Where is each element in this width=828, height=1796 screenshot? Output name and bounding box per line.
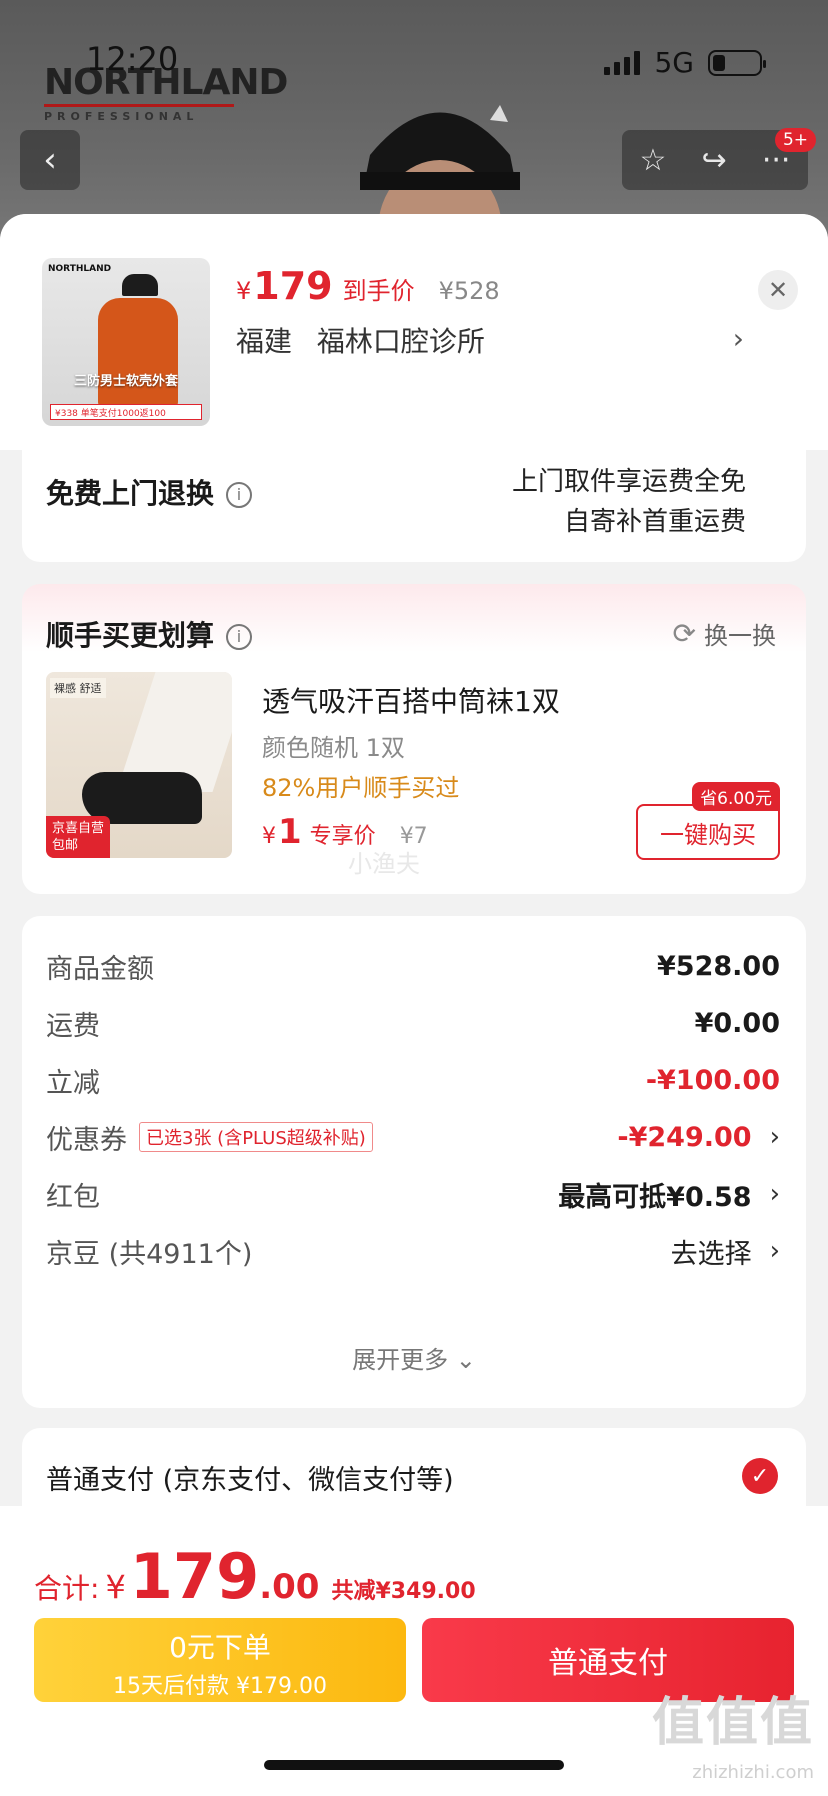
pay-later-button[interactable]: 0元下单 15天后付款 ¥179.00 xyxy=(34,1618,406,1702)
back-button[interactable]: ‹ xyxy=(20,130,80,190)
address-line[interactable]: 福建 福林口腔诊所 xyxy=(236,320,501,360)
site-watermark: 值值值 xyxy=(651,1693,814,1753)
network-type: 5G xyxy=(654,46,694,79)
summary-row-redpacket[interactable]: 红包 最高可抵¥0.58 › xyxy=(46,1174,780,1214)
addon-title-text: 顺手买更划算 xyxy=(46,619,215,652)
pay-later-sub: 15天后付款 ¥179.00 xyxy=(113,1674,327,1699)
row-label: 商品金额 xyxy=(46,953,154,985)
site-watermark-url: zhizhizhi.com xyxy=(692,1762,814,1783)
total-amount: 合计: ¥ 179 .00 共减¥349.00 xyxy=(34,1540,476,1613)
thumb-tag: 裸感 舒适 xyxy=(50,678,106,698)
checkout-sheet: NORTHLAND 三防男士软壳外套 ¥338 单笔支付1000返100 ¥ 1… xyxy=(0,214,828,1796)
watermark-text: 小渔夫 xyxy=(348,850,420,878)
status-time: 12:20 xyxy=(86,40,179,78)
price-currency: ¥ xyxy=(236,277,252,305)
return-details: 上门取件享运费全免 自寄补首重运费 xyxy=(512,462,746,542)
address-province: 福建 xyxy=(236,325,293,358)
favorite-icon[interactable]: ☆ xyxy=(640,143,667,178)
addon-bought-stat: 82%用户顺手买过 xyxy=(262,774,460,802)
row-label: 立减 xyxy=(46,1067,100,1099)
return-service-card: 免费上门退换 i 上门取件享运费全免 自寄补首重运费 xyxy=(22,450,806,562)
thumb-badge: 京喜自营 包邮 xyxy=(46,816,111,858)
thumb-jacket xyxy=(98,298,178,408)
summary-row-coupon[interactable]: 优惠券 已选3张 (含PLUS超级补贴) -¥249.00 › xyxy=(46,1117,780,1157)
share-icon[interactable]: ↪ xyxy=(702,143,727,178)
pay-later-main: 0元下单 xyxy=(169,1631,271,1664)
row-label: 优惠券 xyxy=(46,1124,127,1156)
home-indicator[interactable] xyxy=(264,1760,564,1770)
summary-row-discount: 立减 -¥100.00 xyxy=(46,1060,780,1100)
summary-row-jingdou[interactable]: 京豆 (共4911个) 去选择 › xyxy=(46,1231,780,1271)
product-thumbnail[interactable]: NORTHLAND 三防男士软壳外套 ¥338 单笔支付1000返100 xyxy=(42,258,210,426)
row-value-group: 最高可抵¥0.58 › xyxy=(558,1175,780,1214)
chevron-right-icon: › xyxy=(769,1236,780,1266)
close-icon: ✕ xyxy=(767,276,789,304)
chevron-right-icon[interactable]: › xyxy=(733,322,744,355)
thumb-badge-line-2: 包邮 xyxy=(52,838,79,853)
return-line-2: 自寄补首重运费 xyxy=(563,507,746,537)
summary-row-shipping: 运费 ¥0.00 xyxy=(46,1003,780,1043)
coupon-label-group: 优惠券 已选3张 (含PLUS超级补贴) xyxy=(46,1118,373,1157)
total-saved: 共减¥349.00 xyxy=(331,1579,476,1604)
check-icon[interactable]: ✓ xyxy=(742,1458,778,1494)
row-value-group: -¥249.00 › xyxy=(617,1122,780,1153)
summary-row-goods: 商品金额 ¥528.00 xyxy=(46,946,780,986)
swap-button[interactable]: ⟳ 换一换 xyxy=(673,616,776,651)
row-value: 去选择 xyxy=(670,1238,752,1270)
sheet-header: NORTHLAND 三防男士软壳外套 ¥338 单笔支付1000返100 ¥ 1… xyxy=(0,214,828,450)
status-icons: 5G xyxy=(604,46,766,79)
expand-more-button[interactable]: 展开更多 ⌄ xyxy=(22,1340,806,1375)
row-label: 京豆 (共4911个) xyxy=(46,1238,253,1270)
row-label: 运费 xyxy=(46,1010,100,1042)
return-line-1: 上门取件享运费全免 xyxy=(511,467,746,497)
row-label: 红包 xyxy=(46,1181,100,1213)
save-badge: 省6.00元 xyxy=(692,782,780,811)
row-value: ¥528.00 xyxy=(657,950,780,982)
return-title-text: 免费上门退换 xyxy=(46,477,215,510)
chevron-right-icon: › xyxy=(769,1122,780,1152)
one-click-buy-button[interactable]: 一键购买 xyxy=(636,804,780,860)
thumb-badge-line-1: 京喜自营 xyxy=(52,821,105,836)
row-value: -¥249.00 xyxy=(617,1121,752,1153)
total-label: 合计: xyxy=(34,1572,100,1605)
original-price: ¥528 xyxy=(438,277,500,305)
coupon-tag: 已选3张 (含PLUS超级补贴) xyxy=(139,1122,373,1152)
price-value: 179 xyxy=(253,264,333,308)
chevron-right-icon: › xyxy=(769,1179,780,1209)
total-currency: ¥ xyxy=(105,1568,126,1606)
order-summary-card: 商品金额 ¥528.00 运费 ¥0.00 立减 -¥100.00 优惠券 已选… xyxy=(22,916,806,1408)
return-title: 免费上门退换 i xyxy=(46,472,253,512)
brand-logo-line xyxy=(44,104,234,107)
thumb-price-bar: ¥338 单笔支付1000返100 xyxy=(50,404,202,420)
info-icon[interactable]: i xyxy=(226,623,253,650)
thumb-hat xyxy=(122,274,158,296)
info-icon[interactable]: i xyxy=(226,481,253,508)
row-value: 最高可抵¥0.58 xyxy=(558,1181,752,1213)
total-integer: 179 xyxy=(129,1540,260,1613)
thumb-brand: NORTHLAND xyxy=(48,264,112,274)
signal-icon xyxy=(604,50,641,75)
addon-currency: ¥ xyxy=(262,824,276,849)
total-decimal: .00 xyxy=(259,1567,320,1607)
brand-logo-sub: PROFESSIONAL xyxy=(44,110,199,123)
battery-icon xyxy=(708,49,766,76)
header-price: ¥ 179 到手价 ¥528 xyxy=(236,264,500,308)
refresh-icon: ⟳ xyxy=(672,617,696,650)
addon-thumbnail[interactable]: 裸感 舒适 京喜自营 包邮 xyxy=(46,672,232,858)
address-detail: 福林口腔诊所 xyxy=(316,325,485,358)
back-icon: ‹ xyxy=(43,140,57,180)
row-value: ¥0.00 xyxy=(694,1007,780,1039)
price-label: 到手价 xyxy=(342,277,415,305)
addon-name: 透气吸汗百搭中筒袜1双 xyxy=(262,685,560,718)
close-button[interactable]: ✕ xyxy=(758,270,798,310)
thumb-caption: 三防男士软壳外套 xyxy=(73,374,178,389)
message-badge: 5+ xyxy=(774,128,816,152)
row-value-group: 去选择 › xyxy=(671,1232,780,1271)
addon-price-value: 1 xyxy=(278,812,302,852)
row-value: -¥100.00 xyxy=(645,1064,780,1096)
swap-label: 换一换 xyxy=(704,622,776,650)
payment-method-label: 普通支付 (京东支付、微信支付等) xyxy=(46,1465,454,1496)
addon-spec: 颜色随机 1双 xyxy=(262,734,405,762)
addon-title: 顺手买更划算 i xyxy=(46,614,253,654)
